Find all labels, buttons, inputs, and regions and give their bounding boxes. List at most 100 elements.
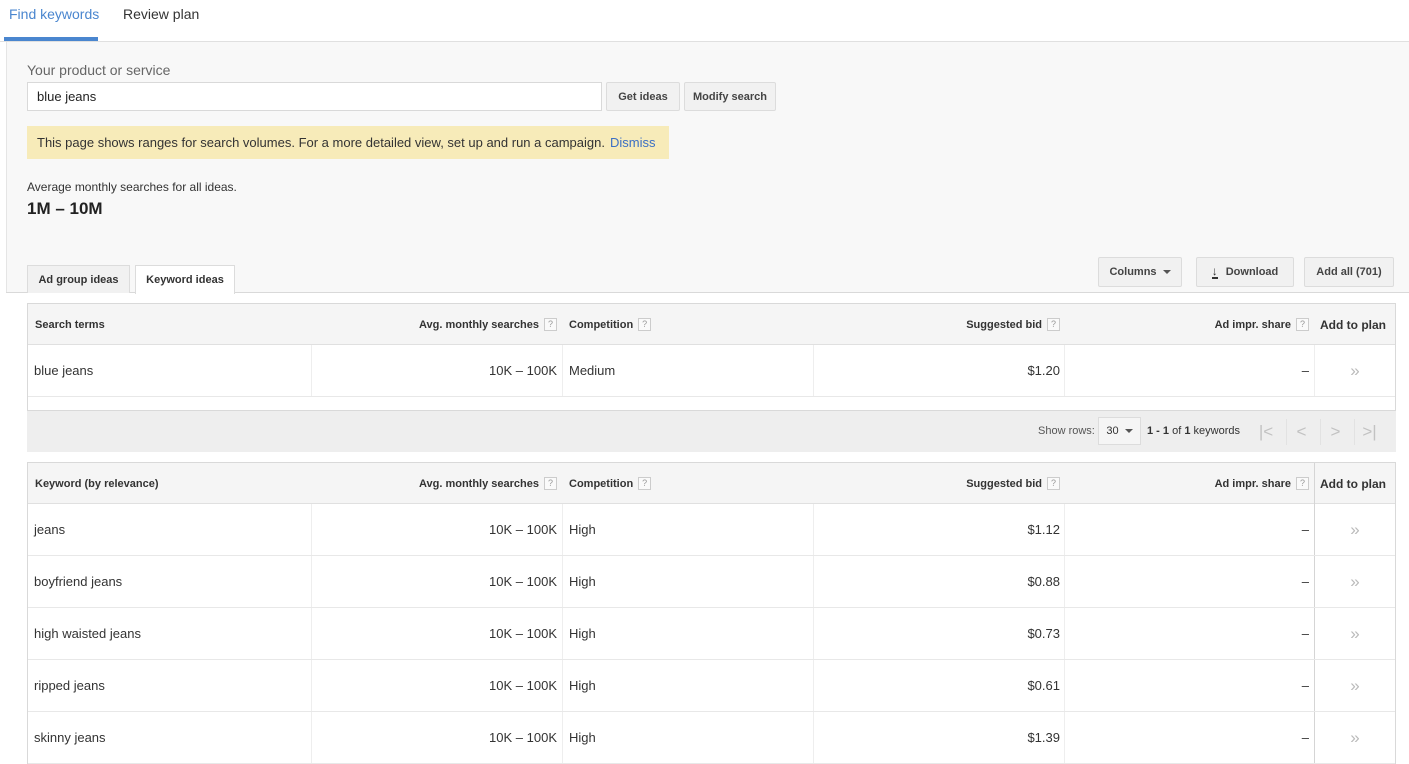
dismiss-link[interactable]: Dismiss bbox=[610, 135, 656, 150]
column-divider bbox=[562, 345, 563, 396]
impr-share-cell: – bbox=[1301, 730, 1309, 745]
suggested-bid-cell: $0.88 bbox=[1027, 574, 1060, 589]
column-divider bbox=[1314, 660, 1315, 711]
header-competition[interactable]: Competition? bbox=[569, 463, 652, 504]
suggested-bid-cell: $1.39 bbox=[1027, 730, 1060, 745]
download-button[interactable]: ↓ Download bbox=[1196, 257, 1294, 287]
last-page-icon[interactable]: >| bbox=[1354, 419, 1384, 445]
get-ideas-button[interactable]: Get ideas bbox=[606, 82, 680, 111]
next-page-icon[interactable]: > bbox=[1320, 419, 1350, 445]
table-header: Keyword (by relevance) Avg. monthly sear… bbox=[28, 463, 1395, 504]
suggested-bid-cell: $1.20 bbox=[1027, 363, 1060, 378]
help-icon[interactable]: ? bbox=[1047, 318, 1060, 331]
table-row: blue jeans 10K – 100K Medium $1.20 – » bbox=[28, 345, 1395, 397]
add-to-plan-icon[interactable]: » bbox=[1345, 345, 1365, 396]
column-divider bbox=[813, 660, 814, 711]
table-header: Search terms Avg. monthly searches? Comp… bbox=[28, 304, 1395, 345]
keyword-cell: jeans bbox=[34, 522, 66, 537]
add-to-plan-icon[interactable]: » bbox=[1345, 608, 1365, 659]
avg-searches-cell: 10K – 100K bbox=[489, 574, 557, 589]
keyword-ideas-table: Keyword (by relevance) Avg. monthly sear… bbox=[27, 462, 1396, 764]
header-avg-monthly-searches[interactable]: Avg. monthly searches? bbox=[419, 463, 557, 504]
chevron-down-icon bbox=[1124, 429, 1133, 433]
help-icon[interactable]: ? bbox=[638, 477, 652, 490]
column-divider bbox=[311, 556, 312, 607]
header-avg-monthly-searches[interactable]: Avg. monthly searches? bbox=[419, 304, 557, 345]
pagination-bar: Show rows: 30 1 - 1 of 1 keywords |< < >… bbox=[27, 411, 1396, 452]
top-tab-bar: Find keywords Review plan bbox=[0, 0, 1409, 42]
column-divider bbox=[1064, 660, 1065, 711]
impr-share-cell: – bbox=[1301, 522, 1309, 537]
header-suggested-bid[interactable]: Suggested bid? bbox=[966, 463, 1060, 504]
keyword-cell: skinny jeans bbox=[34, 730, 106, 745]
download-label: Download bbox=[1225, 266, 1279, 278]
header-label: Keyword (by relevance) bbox=[35, 477, 159, 490]
header-competition[interactable]: Competition? bbox=[569, 304, 652, 345]
help-icon[interactable]: ? bbox=[1296, 318, 1309, 331]
search-terms-table: Search terms Avg. monthly searches? Comp… bbox=[27, 303, 1396, 411]
header-suggested-bid[interactable]: Suggested bid? bbox=[966, 304, 1060, 345]
header-label: Ad impr. share bbox=[1214, 318, 1291, 331]
rows-per-page-value: 30 bbox=[1106, 425, 1119, 437]
competition-cell: Medium bbox=[569, 363, 616, 378]
column-divider bbox=[1064, 504, 1065, 555]
table-row: boyfriend jeans 10K – 100K High $0.88 – … bbox=[28, 556, 1395, 608]
add-to-plan-icon[interactable]: » bbox=[1345, 556, 1365, 607]
product-search-input[interactable] bbox=[27, 82, 602, 111]
add-to-plan-icon[interactable]: » bbox=[1345, 660, 1365, 711]
tab-keyword-ideas[interactable]: Keyword ideas bbox=[135, 265, 235, 294]
help-icon[interactable]: ? bbox=[1296, 477, 1309, 490]
column-divider bbox=[813, 504, 814, 555]
avg-searches-cell: 10K – 100K bbox=[489, 363, 557, 378]
header-ad-impr-share[interactable]: Ad impr. share? bbox=[1215, 304, 1309, 345]
header-label: Competition bbox=[569, 318, 634, 331]
active-tab-indicator bbox=[4, 37, 98, 41]
help-icon[interactable]: ? bbox=[544, 318, 557, 331]
modify-search-button[interactable]: Modify search bbox=[684, 82, 776, 111]
header-label: Avg. monthly searches bbox=[418, 477, 539, 490]
column-divider bbox=[1314, 345, 1315, 396]
help-icon[interactable]: ? bbox=[638, 318, 652, 331]
add-to-plan-icon[interactable]: » bbox=[1345, 504, 1365, 555]
column-divider bbox=[1064, 345, 1065, 396]
range-unit: keywords bbox=[1190, 425, 1240, 437]
avg-searches-cell: 10K – 100K bbox=[489, 522, 557, 537]
column-divider bbox=[1314, 504, 1315, 555]
column-divider bbox=[813, 712, 814, 763]
search-panel bbox=[6, 42, 1409, 292]
help-icon[interactable]: ? bbox=[544, 477, 557, 490]
table-row: skinny jeans 10K – 100K High $1.39 – » bbox=[28, 712, 1395, 764]
notice-text: This page shows ranges for search volume… bbox=[37, 135, 605, 150]
impr-share-cell: – bbox=[1301, 626, 1309, 641]
previous-page-icon[interactable]: < bbox=[1286, 419, 1316, 445]
avg-searches-value: 1M – 10M bbox=[27, 199, 103, 218]
column-divider bbox=[311, 504, 312, 555]
rows-per-page-select[interactable]: 30 bbox=[1098, 417, 1141, 445]
avg-searches-cell: 10K – 100K bbox=[489, 626, 557, 641]
show-rows-label: Show rows: bbox=[1038, 425, 1095, 437]
tab-ad-group-ideas[interactable]: Ad group ideas bbox=[27, 265, 130, 293]
help-icon[interactable]: ? bbox=[1047, 477, 1060, 490]
header-search-terms[interactable]: Search terms bbox=[35, 304, 105, 345]
header-label: Competition bbox=[569, 477, 634, 490]
column-divider bbox=[813, 608, 814, 659]
table-row: jeans 10K – 100K High $1.12 – » bbox=[28, 504, 1395, 556]
add-all-button[interactable]: Add all (701) bbox=[1304, 257, 1394, 287]
table-row: ripped jeans 10K – 100K High $0.61 – » bbox=[28, 660, 1395, 712]
search-volume-notice: This page shows ranges for search volume… bbox=[27, 126, 669, 159]
header-keyword-by-relevance[interactable]: Keyword (by relevance) bbox=[35, 463, 159, 504]
header-label: Avg. monthly searches bbox=[418, 318, 539, 331]
column-divider bbox=[1064, 556, 1065, 607]
header-ad-impr-share[interactable]: Ad impr. share? bbox=[1215, 463, 1309, 504]
column-divider bbox=[1314, 608, 1315, 659]
columns-label: Columns bbox=[1109, 266, 1157, 278]
first-page-icon[interactable]: |< bbox=[1251, 419, 1281, 445]
column-divider bbox=[311, 712, 312, 763]
add-to-plan-icon[interactable]: » bbox=[1345, 712, 1365, 763]
column-divider bbox=[1064, 712, 1065, 763]
tab-review-plan[interactable]: Review plan bbox=[123, 6, 199, 22]
columns-dropdown-button[interactable]: Columns bbox=[1098, 257, 1182, 287]
range-separator: - bbox=[1153, 425, 1163, 437]
column-divider bbox=[1314, 712, 1315, 763]
tab-find-keywords[interactable]: Find keywords bbox=[9, 6, 99, 22]
